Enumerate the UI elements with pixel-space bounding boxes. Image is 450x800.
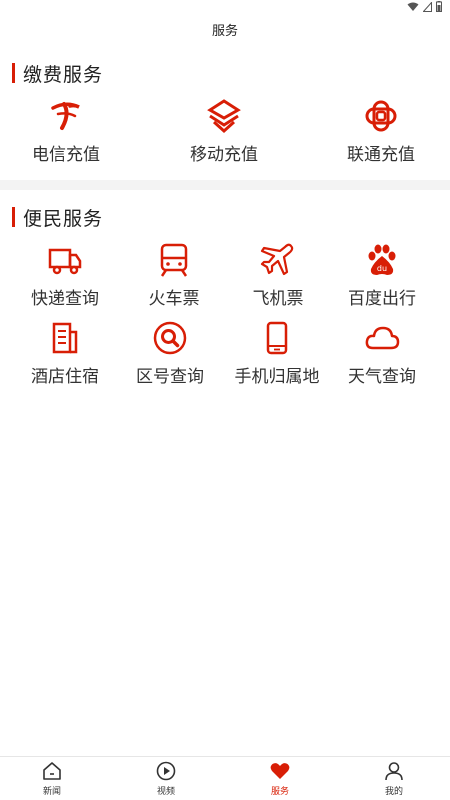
app-header: 服务 <box>0 18 450 46</box>
china-mobile-icon <box>207 99 241 134</box>
page-title: 服务 <box>211 24 238 39</box>
phone-icon <box>266 321 288 355</box>
battery-icon <box>436 1 442 12</box>
play-icon <box>156 761 176 781</box>
train-icon <box>160 243 188 277</box>
hotel-booking-button[interactable]: 酒店住宿 <box>15 320 115 390</box>
flight-ticket-button[interactable]: 飞机票 <box>228 242 328 312</box>
unicom-recharge-button[interactable]: 联通充值 <box>331 98 431 168</box>
baidu-travel-label: 百度出行 <box>348 289 416 309</box>
svg-text:du: du <box>377 264 387 273</box>
bottom-navigation: 新闻 视频 服务 我的 <box>0 756 450 800</box>
payment-section-title: 缴费服务 <box>23 63 104 86</box>
cloud-icon <box>365 326 400 350</box>
convenience-section-header: 便民服务 <box>12 206 104 230</box>
telecom-recharge-button[interactable]: 电信充值 <box>16 98 116 168</box>
nav-tab-news[interactable]: 新闻 <box>22 760 82 800</box>
nav-tab-news-label: 新闻 <box>42 787 61 797</box>
nav-tab-service-label: 服务 <box>270 787 289 797</box>
area-code-query-button[interactable]: 区号查询 <box>120 320 220 390</box>
airplane-icon <box>260 243 294 276</box>
truck-icon <box>48 248 82 275</box>
status-icons <box>407 1 442 12</box>
building-icon <box>52 322 78 354</box>
wifi-icon <box>407 2 419 11</box>
section-divider <box>0 180 450 190</box>
express-query-button[interactable]: 快递查询 <box>15 242 115 312</box>
weather-query-button[interactable]: 天气查询 <box>332 320 432 390</box>
search-circle-icon <box>153 321 187 355</box>
hotel-booking-label: 酒店住宿 <box>31 367 99 387</box>
nav-tab-profile-label: 我的 <box>384 787 403 797</box>
baidu-travel-button[interactable]: du 百度出行 <box>332 242 432 312</box>
train-ticket-label: 火车票 <box>148 289 200 309</box>
china-telecom-icon <box>51 102 80 130</box>
heart-icon <box>270 763 290 779</box>
convenience-section-title: 便民服务 <box>23 207 104 230</box>
section-accent-bar <box>12 207 15 227</box>
baidu-paw-icon: du <box>368 244 396 275</box>
nav-tab-video-label: 视频 <box>156 787 175 797</box>
unicom-recharge-label: 联通充值 <box>347 145 415 165</box>
status-bar <box>0 0 450 14</box>
nav-tab-service[interactable]: 服务 <box>250 760 310 800</box>
flight-ticket-label: 飞机票 <box>252 289 304 309</box>
train-ticket-button[interactable]: 火车票 <box>124 242 224 312</box>
telecom-recharge-label: 电信充值 <box>32 145 100 165</box>
mobile-recharge-button[interactable]: 移动充值 <box>174 98 274 168</box>
signal-icon <box>423 1 432 12</box>
payment-section-header: 缴费服务 <box>12 62 104 86</box>
phone-location-button[interactable]: 手机归属地 <box>227 320 327 390</box>
express-query-label: 快递查询 <box>31 289 99 309</box>
home-icon <box>43 762 61 780</box>
section-accent-bar <box>12 63 15 83</box>
area-code-query-label: 区号查询 <box>136 367 204 387</box>
mobile-recharge-label: 移动充值 <box>190 145 258 165</box>
nav-tab-video[interactable]: 视频 <box>136 760 196 800</box>
china-unicom-icon <box>365 100 397 132</box>
nav-tab-profile[interactable]: 我的 <box>364 760 424 800</box>
user-icon <box>385 762 403 781</box>
weather-query-label: 天气查询 <box>348 367 416 387</box>
phone-location-label: 手机归属地 <box>234 367 320 387</box>
